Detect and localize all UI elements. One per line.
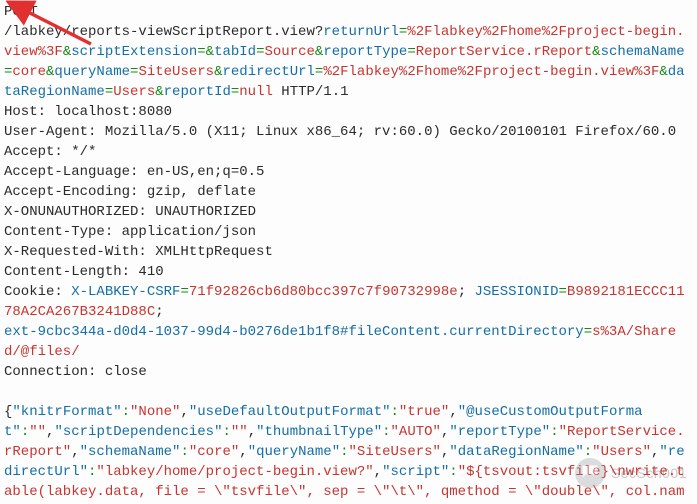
http-cookies: X-LABKEY-CSRF=71f92826cb6d80bcc397c7f907… (4, 284, 685, 320)
http-headers: Host: localhost:8080 User-Agent: Mozilla… (4, 104, 676, 280)
http-method: POST (4, 4, 38, 20)
cookie-label: Cookie: (4, 284, 63, 300)
cookie-extra-key: ext-9cbc344a-d0d4-1037-99d4-b0276de1b1f8… (4, 324, 584, 340)
http-request-raw: POST /labkey/reports-viewScriptReport.vi… (0, 0, 697, 504)
http-protocol: HTTP/1.1 (281, 84, 348, 100)
connection-header: Connection: close (4, 364, 147, 380)
http-path: /labkey/reports-viewScriptReport.view (4, 24, 315, 40)
